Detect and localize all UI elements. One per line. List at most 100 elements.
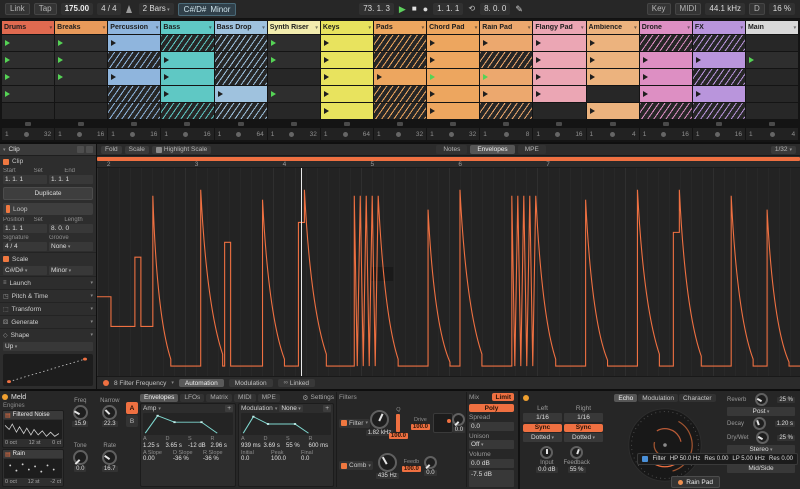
narrow-knob[interactable]: Narrow 22.3 xyxy=(96,398,125,442)
clip-slot-hatched[interactable] xyxy=(108,103,161,119)
chevron-down-icon[interactable]: ▾ xyxy=(422,25,425,31)
clip-launch-icon[interactable] xyxy=(430,74,436,80)
knob-dial[interactable] xyxy=(369,410,389,430)
clip-launch-icon[interactable] xyxy=(483,74,489,80)
clip-stop-button[interactable] xyxy=(480,120,532,127)
clip-slot[interactable] xyxy=(2,52,55,68)
clip-slot[interactable] xyxy=(2,86,55,102)
clip-launch-icon[interactable] xyxy=(270,40,276,46)
oct-field[interactable]: 0 oct xyxy=(5,440,17,446)
clip-slot-hatched[interactable] xyxy=(480,52,533,68)
clip-slot-hatched[interactable] xyxy=(373,52,427,68)
attack-field[interactable]: 939 ms xyxy=(241,443,264,450)
chevron-down-icon[interactable]: ▾ xyxy=(315,25,318,31)
clip-launch-icon[interactable] xyxy=(164,74,170,80)
clip-slot-empty[interactable] xyxy=(745,86,799,102)
left-sync-button[interactable]: Sync xyxy=(523,423,562,432)
clip-scale-name-menu[interactable]: Minor xyxy=(49,266,93,275)
clip-launch-icon[interactable] xyxy=(483,91,489,97)
chevron-down-icon[interactable]: ▾ xyxy=(50,25,53,31)
engine-b[interactable]: ▤ Rain 0 oct 12 st -2 ct xyxy=(2,449,64,487)
gear-icon[interactable]: ⚙ xyxy=(302,394,308,402)
clip-slot[interactable] xyxy=(161,86,214,102)
clip-stop-button[interactable] xyxy=(321,120,373,127)
comb-tone-knob[interactable]: 0.0 xyxy=(423,455,437,476)
mod-env-menu[interactable]: Modulation xyxy=(241,405,273,412)
clip-slot-hatched[interactable] xyxy=(108,86,161,102)
duplicate-button[interactable]: Duplicate xyxy=(3,187,93,200)
track-header[interactable]: Drone ▾ xyxy=(639,21,692,34)
tab-lfos[interactable]: LFOs xyxy=(180,393,205,402)
a-slope-field[interactable]: 0.00 xyxy=(143,456,173,463)
track-header[interactable]: Keys ▾ xyxy=(320,21,373,34)
highlight-scale-button[interactable]: Highlight Scale xyxy=(151,145,212,154)
clip-slot[interactable] xyxy=(480,35,533,51)
clip-slot-hatched[interactable] xyxy=(214,69,267,85)
clip-launch-icon[interactable] xyxy=(323,74,329,80)
clip-launch-icon[interactable] xyxy=(217,91,223,97)
mid-side-label[interactable]: Mid/Side xyxy=(727,464,795,473)
clip-slot[interactable] xyxy=(427,103,480,119)
filter-morph-pad[interactable] xyxy=(432,413,453,434)
semitone-field[interactable]: 12 st xyxy=(28,479,40,485)
chevron-down-icon[interactable]: ▾ xyxy=(209,25,212,31)
envelope-view-icon[interactable] xyxy=(86,146,93,153)
unison-menu[interactable]: Off xyxy=(469,440,514,449)
lp-res-value[interactable]: Res 0.00 xyxy=(769,456,793,462)
metronome-icon[interactable] xyxy=(125,4,135,14)
sustain-field[interactable]: -12 dB xyxy=(188,443,211,450)
chevron-down-icon[interactable]: ▾ xyxy=(262,25,265,31)
section-shape[interactable]: ◇ Shape ▾ xyxy=(0,328,96,341)
comb-type-menu[interactable]: Comb ▾ xyxy=(339,461,373,471)
sustain-field[interactable]: 55 % xyxy=(286,443,309,450)
clip-slot[interactable] xyxy=(586,69,639,85)
right-time-field[interactable]: 1/16 xyxy=(564,413,603,422)
scale-section[interactable]: Scale xyxy=(0,252,96,265)
semitone-field[interactable]: 12 st xyxy=(29,440,41,446)
comb-toggle[interactable] xyxy=(341,462,347,469)
initial-field[interactable]: 0.0 xyxy=(241,456,271,463)
tab-midi[interactable]: MIDI xyxy=(233,393,256,402)
knob-dial[interactable] xyxy=(570,445,584,459)
section-generate[interactable]: ⚄ Generate ▾ xyxy=(0,315,96,328)
clip-slot[interactable] xyxy=(320,52,373,68)
clip-slot-hatched[interactable] xyxy=(480,103,533,119)
clip-view-icon[interactable] xyxy=(77,146,84,153)
clip-slot[interactable] xyxy=(480,86,533,102)
groove-menu[interactable]: None xyxy=(49,242,93,251)
feedback-knob[interactable]: Feedback 55 % xyxy=(564,445,590,473)
r-slope-field[interactable]: -36 % xyxy=(203,456,233,463)
clip-slot[interactable] xyxy=(320,103,373,119)
clip-slot[interactable] xyxy=(586,52,639,68)
knob-dial[interactable] xyxy=(540,445,554,459)
clip-slot[interactable] xyxy=(161,52,214,68)
track-header[interactable]: Rain Pad ▾ xyxy=(480,21,533,34)
clip-slot[interactable] xyxy=(267,86,320,102)
clip-launch-icon[interactable] xyxy=(58,57,64,63)
clip-slot[interactable] xyxy=(55,35,108,51)
clip-slot[interactable] xyxy=(745,52,799,68)
start-field[interactable]: 1. 1. 1 xyxy=(3,175,47,184)
clip-slot[interactable] xyxy=(320,35,373,51)
clip-launch-icon[interactable] xyxy=(483,40,489,46)
device-on-toggle[interactable] xyxy=(523,395,529,401)
chevron-down-icon[interactable]: ▾ xyxy=(528,25,531,31)
clip-slot[interactable] xyxy=(320,86,373,102)
chevron-down-icon[interactable]: ▾ xyxy=(156,25,159,31)
draw-mode-icon[interactable]: ✎ xyxy=(514,4,524,14)
reverb-position-menu[interactable]: Post xyxy=(727,407,795,416)
clip-slot[interactable] xyxy=(533,86,586,102)
q-value[interactable]: 100.0 xyxy=(388,433,408,440)
clip-launch-icon[interactable] xyxy=(111,40,117,46)
clip-stop-button[interactable] xyxy=(2,120,54,127)
knob-dial[interactable] xyxy=(423,455,437,469)
section-transform[interactable]: ⬚ Transform ▾ xyxy=(0,302,96,315)
settings-label[interactable]: Settings xyxy=(311,394,335,401)
track-header[interactable]: Breaks ▾ xyxy=(55,21,108,34)
feedb-value[interactable]: 100.0 xyxy=(401,466,421,473)
engine-tab-b[interactable]: B xyxy=(126,415,138,427)
amp-env-menu[interactable]: Amp xyxy=(143,405,156,412)
tab-mpe[interactable]: MPE xyxy=(517,145,546,154)
clip-slot[interactable] xyxy=(586,35,639,51)
clip-launch-icon[interactable] xyxy=(748,57,754,63)
